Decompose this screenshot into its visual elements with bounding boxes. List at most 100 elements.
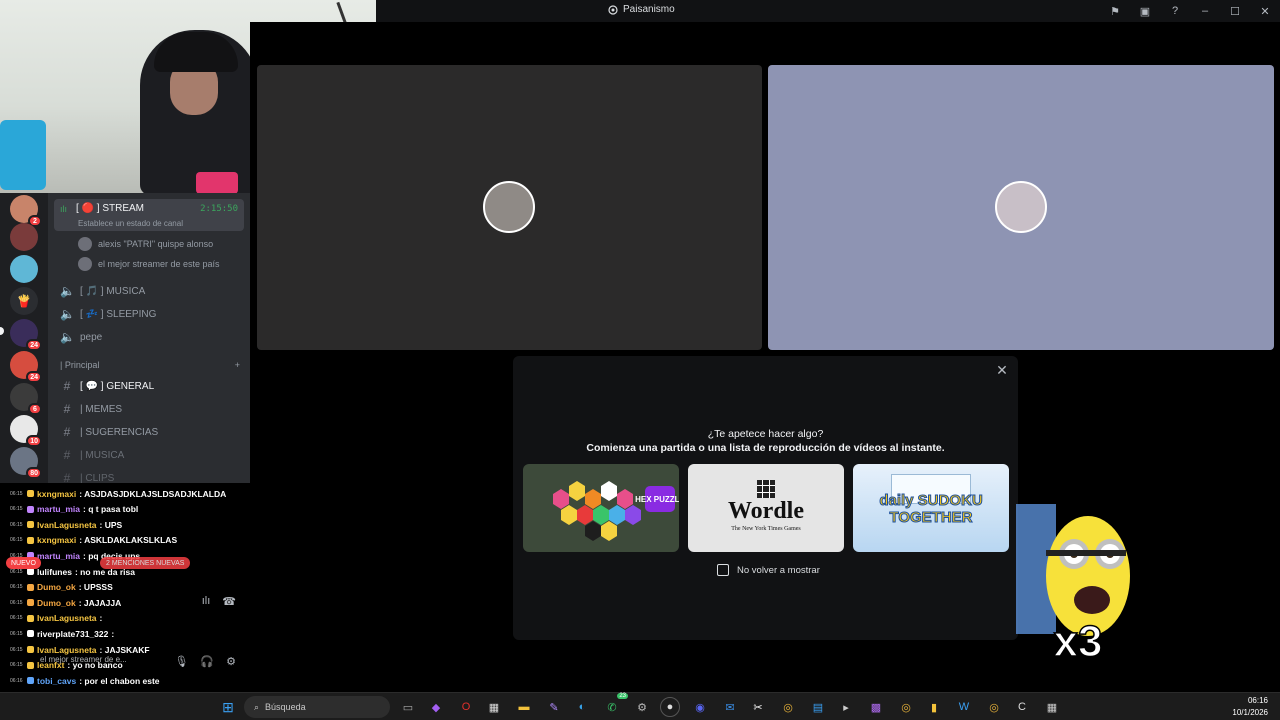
participant-tile[interactable]	[768, 65, 1274, 350]
chat-username: Dumo_ok	[37, 582, 76, 593]
notepad-icon[interactable]: ▤	[808, 697, 828, 717]
activity-card-sudoku[interactable]: daily SUDOKU TOGETHER	[853, 464, 1009, 552]
server-icon[interactable]	[10, 255, 38, 283]
add-channel-icon[interactable]: +	[235, 360, 240, 370]
hex-puzzle-art: HEX PUZZLE	[553, 481, 679, 541]
unread-badge: 24	[26, 371, 42, 383]
text-channel-clips[interactable]: # | CLIPS	[54, 467, 244, 483]
activity-card-hex-puzzle[interactable]: HEX PUZZLE	[523, 464, 679, 552]
wordle-title: Wordle	[728, 498, 804, 524]
folder-icon[interactable]: ▮	[924, 697, 944, 717]
settings-icon[interactable]: ⚙	[632, 697, 652, 717]
maximize-icon[interactable]: ☐	[1220, 0, 1250, 22]
window-title-text: Paisanismo	[623, 4, 675, 15]
capcut-icon[interactable]: ✂	[748, 697, 768, 717]
disconnect-icon[interactable]: ☎	[222, 595, 236, 608]
server-rail: 2 🍟 24 24 6 10 80	[0, 193, 48, 483]
blue-bucket	[0, 120, 46, 190]
pen-app-icon[interactable]: ✎	[544, 697, 564, 717]
pink-mug	[196, 172, 238, 193]
ccleaner-icon[interactable]: C	[1012, 697, 1032, 717]
dont-show-again-row[interactable]: No volver a mostrar	[717, 564, 820, 576]
chat-badge-icon	[27, 677, 34, 685]
text-channel-general[interactable]: #[ 💬 ] GENERAL	[54, 375, 244, 397]
clock-date: 10/1/2026	[1232, 708, 1268, 717]
settings-icon[interactable]: ⚙	[226, 655, 236, 668]
screen-share-icon[interactable]: ▣	[1130, 0, 1160, 22]
chat-timestamp: 06:16	[10, 677, 23, 684]
close-icon[interactable]: ✕	[1250, 0, 1280, 22]
system-clock[interactable]: 06:16 10/1/2026	[1232, 695, 1268, 719]
server-icon[interactable]: 24	[10, 351, 42, 383]
file-explorer-icon[interactable]: ▬	[514, 697, 534, 717]
new-messages-chip[interactable]: NUEVO	[6, 557, 41, 569]
chrome-icon[interactable]: ◎	[778, 697, 798, 717]
chat-username: tobi_cavs	[37, 675, 77, 686]
server-icon[interactable]: 24	[10, 319, 42, 351]
hash-icon: #	[63, 425, 71, 439]
taskbar-search[interactable]: ⌕ Búsqueda	[244, 696, 390, 718]
window-titlebar: Paisanismo ⚑ ▣ ? – ☐ ✕	[376, 0, 1280, 22]
voice-channel-pepe[interactable]: 🔈 pepe	[54, 326, 244, 348]
unread-badge: 80	[26, 467, 42, 479]
dont-show-again-checkbox[interactable]	[717, 564, 729, 576]
chrome-icon[interactable]: ◎	[984, 697, 1004, 717]
category-principal[interactable]: | Principal +	[60, 360, 240, 370]
chat-timestamp: 06:15	[10, 646, 23, 653]
soundboard-icon[interactable]: ılı	[202, 595, 211, 608]
obs-icon[interactable]: ●	[660, 697, 680, 717]
headphones-icon[interactable]: 🎧	[200, 655, 214, 668]
chat-message: 06:15 riverplate731_322:	[10, 627, 114, 640]
mail-icon[interactable]: ✉	[720, 697, 740, 717]
chat-badge-icon	[27, 536, 34, 544]
server-icon[interactable]: 10	[10, 415, 42, 447]
server-icon[interactable]: 80	[10, 447, 42, 479]
word-icon[interactable]: W	[954, 697, 974, 717]
voice-channel-musica[interactable]: 🔈[ 🎵 ] MUSICA	[54, 280, 244, 302]
task-view-icon[interactable]: ▭	[398, 697, 418, 717]
voice-channel-sleeping[interactable]: 🔈[ 💤 ] SLEEPING	[54, 303, 244, 325]
server-icon[interactable]: 6	[10, 383, 42, 415]
channel-status-prompt[interactable]: Establece un estado de canal	[78, 219, 183, 228]
text-channel-musica[interactable]: # | MUSICA	[54, 444, 244, 466]
server-icon[interactable]	[10, 223, 38, 251]
discord-icon[interactable]: ◉	[690, 697, 710, 717]
app-grid-icon[interactable]: ▩	[866, 697, 886, 717]
participant-tile[interactable]	[257, 65, 762, 350]
chat-text: :	[99, 613, 103, 624]
opera-icon[interactable]: O	[456, 697, 476, 717]
inbox-icon[interactable]: ⚑	[1100, 0, 1130, 22]
chat-badge-icon	[27, 599, 34, 607]
chat-badge-icon	[27, 505, 34, 513]
chat-badge-icon	[27, 568, 34, 575]
chat-text: : q t pasa tobl	[83, 504, 139, 515]
voice-member[interactable]: el mejor streamer de este país	[78, 255, 220, 273]
activity-card-wordle[interactable]: Wordle The New York Times Games	[688, 464, 844, 552]
help-icon[interactable]: ?	[1160, 0, 1190, 22]
server-icon[interactable]: 2	[10, 195, 42, 227]
copilot-icon[interactable]: ◆	[426, 697, 446, 717]
stream-voice-channel[interactable]: ılı [ 🔴 ] STREAM 2:15:50 Establece un es…	[54, 199, 244, 231]
calculator-icon[interactable]: ▦	[1042, 697, 1062, 717]
voice-member[interactable]: alexis "PATRI" quispe alonso	[78, 235, 213, 253]
participant-avatar	[483, 181, 535, 233]
close-icon[interactable]: ✕	[994, 362, 1010, 378]
text-channel-sugerencias[interactable]: # | SUGERENCIAS	[54, 421, 244, 443]
hash-icon: #	[63, 448, 71, 462]
modal-question: ¿Te apetece hacer algo?	[707, 428, 824, 440]
store-icon[interactable]: ▦	[484, 697, 504, 717]
wordle-grid-icon	[757, 480, 775, 498]
whatsapp-icon[interactable]: ✆ 23	[602, 693, 628, 717]
start-button[interactable]: ⊞	[218, 697, 238, 717]
terminal-icon[interactable]: ▸	[836, 697, 856, 717]
avatar	[78, 237, 92, 251]
chat-badge-icon	[27, 614, 34, 622]
microphone-icon[interactable]: 🎙	[174, 655, 188, 668]
text-channel-memes[interactable]: # | MEMES	[54, 398, 244, 420]
chat-badge-icon	[27, 661, 34, 669]
edge-icon[interactable]: ◐	[572, 697, 592, 717]
minimize-icon[interactable]: –	[1190, 0, 1220, 22]
mentions-chip[interactable]: 2 MENCIONES NUEVAS	[100, 557, 191, 569]
chrome-icon[interactable]: ◎	[896, 697, 916, 717]
fries-server-icon[interactable]: 🍟	[10, 287, 38, 315]
